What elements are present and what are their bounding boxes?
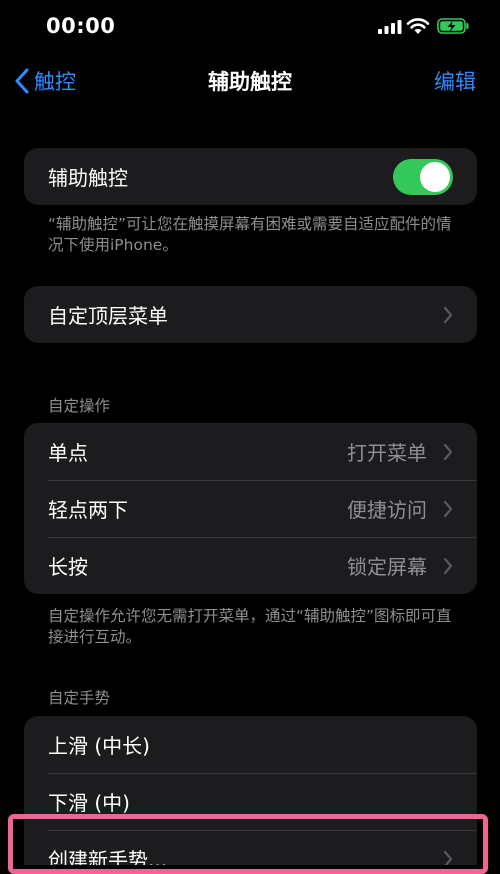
assistive-touch-toggle[interactable]	[393, 158, 453, 195]
customize-top-menu-row[interactable]: 自定顶层菜单	[24, 286, 477, 343]
cellular-signal-icon	[378, 20, 402, 34]
assistive-touch-group: 辅助触控	[24, 148, 477, 205]
gesture-row-swipe-up[interactable]: 上滑 (中长)	[24, 716, 477, 773]
action-label: 单点	[48, 441, 88, 465]
wifi-icon	[406, 18, 430, 34]
action-value: 便捷访问	[347, 498, 427, 522]
edit-button[interactable]: 编辑	[434, 66, 476, 96]
page-title: 辅助触控	[208, 70, 292, 94]
action-label: 轻点两下	[48, 498, 128, 522]
custom-actions-group: 单点 打开菜单 轻点两下 便捷访问 长按 锁定屏幕	[24, 423, 477, 594]
chevron-right-icon	[443, 500, 453, 517]
custom-actions-header: 自定操作	[48, 397, 111, 415]
custom-actions-footer: 自定操作允许您无需打开菜单，通过“辅助触控”图标即可直接进行互动。	[48, 607, 452, 646]
assistive-touch-row: 辅助触控	[24, 148, 477, 205]
status-time: 00:00	[46, 14, 116, 38]
status-bar: 00:00	[0, 0, 500, 56]
chevron-right-icon	[443, 306, 453, 323]
action-label: 长按	[48, 555, 88, 579]
highlight-box	[8, 814, 488, 874]
toggle-knob	[420, 161, 450, 192]
navigation-bar: 触控 辅助触控 编辑	[0, 56, 500, 106]
top-menu-group: 自定顶层菜单	[24, 286, 477, 343]
action-value: 锁定屏幕	[347, 555, 427, 579]
assistive-touch-label: 辅助触控	[48, 166, 128, 190]
action-row-double-tap[interactable]: 轻点两下 便捷访问	[24, 480, 477, 537]
gesture-label: 下滑 (中)	[48, 791, 130, 815]
customize-top-menu-label: 自定顶层菜单	[48, 304, 168, 328]
action-row-single-tap[interactable]: 单点 打开菜单	[24, 423, 477, 480]
custom-gestures-header: 自定手势	[48, 689, 111, 707]
gesture-label: 上滑 (中长)	[48, 734, 150, 758]
chevron-right-icon	[443, 443, 453, 460]
action-value: 打开菜单	[347, 441, 427, 465]
battery-charging-icon	[437, 18, 469, 34]
action-row-long-press[interactable]: 长按 锁定屏幕	[24, 537, 477, 594]
chevron-right-icon	[443, 557, 453, 574]
assistive-touch-footer: “辅助触控”可让您在触摸屏幕有困难或需要自适应配件的情况下使用iPhone。	[48, 215, 452, 254]
